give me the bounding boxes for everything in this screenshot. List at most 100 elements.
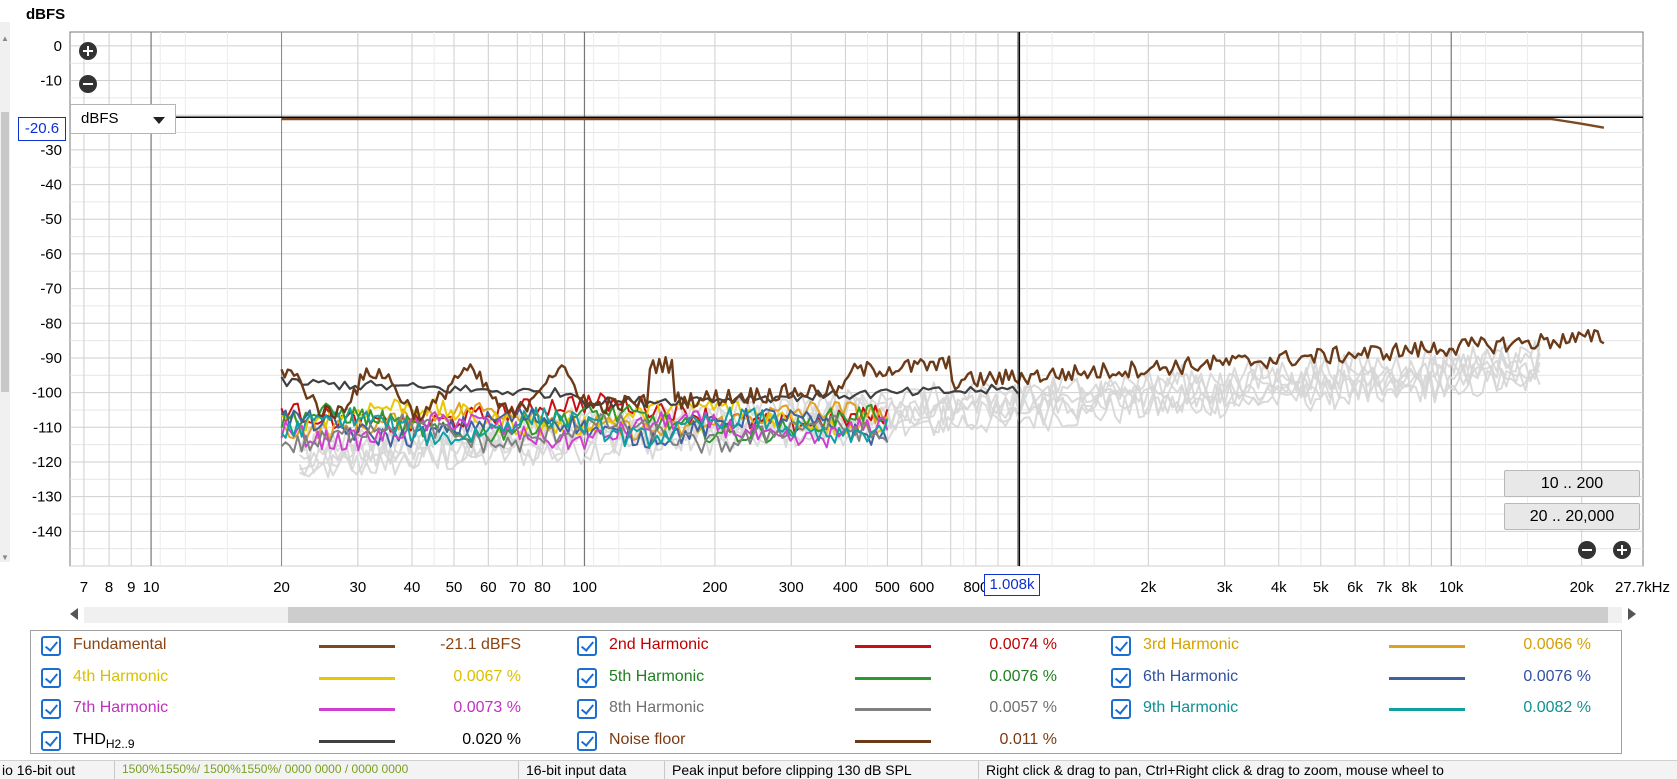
zoom-in-vertical-icon[interactable] [77, 40, 99, 62]
horizontal-scroll-thumb[interactable] [288, 607, 1608, 623]
legend-value: 0.020 % [462, 730, 521, 748]
legend-line-swatch [1389, 676, 1465, 680]
x-tick-label: 4k [1271, 579, 1287, 596]
x-tick-label: 100 [572, 579, 597, 596]
legend-checkbox[interactable] [41, 636, 61, 656]
trace-legend: Fundamental -21.1 dBFS 2nd Harmonic 0.0074 … [30, 630, 1622, 754]
x-tick-label: 300 [779, 579, 804, 596]
legend-checkbox[interactable] [1111, 636, 1131, 656]
legend-item: 3rd Harmonic 0.0066 % [1101, 633, 1621, 659]
y-tick-label: -120 [32, 454, 62, 471]
y-unit-select[interactable]: dBFS [70, 104, 176, 134]
status-level-meters: 1500%1550%/ 1500%1550%/ 0000 0000 / 0000… [122, 762, 409, 776]
cursor-x-readout: 1.008k [984, 574, 1040, 596]
legend-value: 0.0082 % [1523, 699, 1591, 716]
legend-line-swatch [319, 645, 395, 648]
range-10-200-button[interactable]: 10 .. 200 [1504, 470, 1640, 497]
legend-checkbox[interactable] [1111, 667, 1131, 688]
legend-name: 9th Harmonic [1143, 699, 1239, 716]
x-tick-label: 400 [833, 579, 858, 596]
legend-item: 7th Harmonic 0.0073 % [31, 696, 551, 722]
y-axis-tick-labels: 0 -10 -30 -40 -50 -60 -70 -80 -90 -100 -110 -120 -13… [32, 38, 62, 540]
x-tick-label: 30 [350, 579, 367, 596]
y-tick-label: -60 [40, 246, 62, 263]
legend-label: 4th Harmonic [73, 668, 168, 686]
status-hint: Right click & drag to pan, Ctrl+Right cl… [986, 762, 1444, 778]
legend-value: 0.011 % [999, 730, 1057, 748]
grid [69, 31, 1644, 567]
scroll-right-arrow-icon[interactable] [1628, 608, 1636, 620]
x-tick-label: 70 [509, 579, 526, 596]
legend-checkbox[interactable] [41, 667, 61, 688]
legend-item: THDH2..9 0.020 % [31, 728, 551, 754]
x-tick-label: 10 [143, 579, 160, 596]
x-tick-label: 9 [127, 579, 135, 596]
legend-checkbox[interactable] [577, 667, 597, 688]
y-tick-label: -110 [33, 419, 62, 436]
y-tick-label: -40 [40, 177, 62, 194]
range-20-20000-button[interactable]: 20 .. 20,000 [1504, 503, 1640, 530]
legend-label: THDH2..9 [73, 731, 135, 751]
legend-name: 7th Harmonic [73, 699, 169, 716]
legend-line-swatch [855, 708, 931, 711]
x-tick-label: 8 [105, 579, 113, 596]
legend-label: 7th Harmonic [73, 699, 168, 717]
legend-checkbox[interactable] [577, 730, 597, 751]
x-tick-label: 2k [1140, 579, 1156, 596]
y-tick-label: -140 [32, 523, 62, 540]
x-tick-label: 6k [1347, 579, 1363, 596]
legend-line-swatch [1389, 708, 1465, 711]
status-peak-input: Peak input before clipping 130 dB SPL [672, 762, 912, 778]
y-tick-label: -30 [40, 142, 62, 159]
legend-item: 4th Harmonic 0.0067 % [31, 665, 551, 691]
x-tick-label: 5k [1313, 579, 1329, 596]
legend-checkbox[interactable] [1111, 699, 1131, 719]
scroll-left-arrow-icon[interactable] [70, 608, 78, 620]
x-tick-label: 200 [702, 579, 727, 596]
x-tick-label: 3k [1217, 579, 1233, 596]
legend-checkbox[interactable] [41, 699, 61, 719]
status-input-format: 16-bit input data [526, 762, 627, 778]
plot-area [69, 31, 1644, 567]
legend-label: Noise floor [609, 731, 685, 749]
rew-distortion-window: dBFS ▲ ▼ 0 -10 -30 -40 -50 -60 -70 -80 -90 -100 -1… [0, 0, 1677, 779]
y-tick-label: -90 [40, 350, 62, 367]
legend-line-swatch [855, 739, 931, 743]
y-tick-label: -70 [40, 281, 62, 298]
zoom-in-horizontal-icon[interactable] [1611, 539, 1633, 561]
legend-label: 6th Harmonic [1143, 668, 1238, 686]
horizontal-scrollbar[interactable] [70, 604, 1636, 624]
legend-label: 3rd Harmonic [1143, 636, 1239, 654]
distortion-graph[interactable]: 0 -10 -30 -40 -50 -60 -70 -80 -90 -100 -110 -120 -13… [0, 0, 1677, 600]
legend-item: 5th Harmonic 0.0076 % [567, 665, 1087, 691]
legend-checkbox[interactable] [577, 699, 597, 719]
y-tick-label: -100 [32, 385, 62, 402]
x-tick-label: 20k [1570, 579, 1595, 596]
zoom-out-horizontal-icon[interactable] [1576, 539, 1598, 561]
legend-label: 8th Harmonic [609, 699, 704, 717]
legend-checkbox[interactable] [577, 636, 597, 656]
legend-value: 0.0067 % [453, 667, 521, 685]
legend-label: 2nd Harmonic [609, 636, 709, 654]
status-output-format: io 16-bit out [2, 762, 76, 778]
legend-name: Noise floor [609, 730, 686, 748]
legend-item: 6th Harmonic 0.0076 % [1101, 665, 1621, 691]
legend-item: Fundamental -21.1 dBFS [31, 633, 551, 659]
legend-checkbox[interactable] [41, 730, 61, 751]
x-tick-label: 7k [1376, 579, 1392, 596]
x-tick-label: 80 [534, 579, 551, 596]
zoom-out-vertical-icon[interactable] [77, 73, 99, 95]
x-tick-label: 10k [1439, 579, 1464, 596]
legend-line-swatch [855, 645, 931, 648]
x-tick-label: 40 [404, 579, 421, 596]
legend-item: 9th Harmonic 0.0082 % [1101, 696, 1621, 722]
chevron-down-icon [153, 117, 165, 124]
y-tick-label: -50 [40, 211, 62, 228]
legend-value: 0.0074 % [989, 636, 1057, 653]
legend-line-swatch [319, 676, 395, 680]
legend-name: 5th Harmonic [609, 667, 705, 685]
x-tick-label: 600 [909, 579, 934, 596]
legend-name: 8th Harmonic [609, 699, 705, 716]
x-tick-label: 8k [1401, 579, 1417, 596]
legend-name: 6th Harmonic [1143, 667, 1239, 685]
